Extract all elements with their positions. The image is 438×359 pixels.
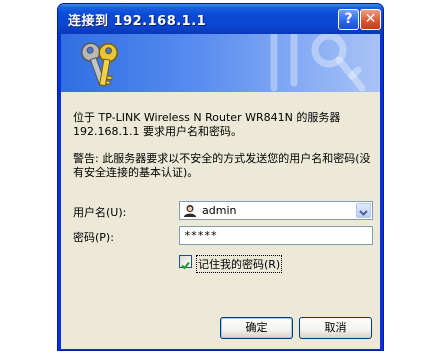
title-bar[interactable]: 连接到 192.168.1.1 ? ✕ bbox=[58, 4, 383, 34]
username-dropdown-button[interactable] bbox=[356, 203, 371, 218]
checkmark-icon bbox=[181, 261, 190, 270]
dialog-title: 连接到 192.168.1.1 bbox=[68, 14, 207, 29]
security-warning: 警告: 此服务器要求以不安全的方式发送您的用户名和密码(没有安全连接的基本认证)… bbox=[73, 152, 371, 179]
password-label: 密码(P): bbox=[73, 231, 114, 244]
help-button[interactable]: ? bbox=[338, 9, 359, 30]
close-button[interactable]: ✕ bbox=[360, 9, 381, 30]
user-icon bbox=[184, 205, 196, 217]
cancel-button[interactable]: 取消 bbox=[299, 317, 372, 339]
dialog-banner bbox=[61, 34, 380, 92]
password-field[interactable] bbox=[179, 226, 373, 245]
remember-password-checkbox[interactable] bbox=[179, 255, 192, 270]
keys-icon bbox=[81, 42, 118, 87]
remember-password-label[interactable]: 记住我的密码(R) bbox=[196, 255, 283, 273]
username-combobox[interactable]: admin bbox=[179, 201, 373, 220]
username-label: 用户名(U): bbox=[73, 206, 127, 219]
dialog-body: 位于 TP-LINK Wireless N Router WR841N 的服务器… bbox=[61, 34, 380, 349]
keys-watermark-icon bbox=[270, 34, 366, 92]
login-dialog: 连接到 192.168.1.1 ? ✕ 位于 TP-LINK Wireless … bbox=[57, 3, 384, 351]
ok-button[interactable]: 确定 bbox=[220, 317, 293, 339]
server-message: 位于 TP-LINK Wireless N Router WR841N 的服务器… bbox=[73, 111, 341, 138]
chevron-down-icon bbox=[359, 210, 368, 216]
username-value: admin bbox=[202, 204, 237, 217]
